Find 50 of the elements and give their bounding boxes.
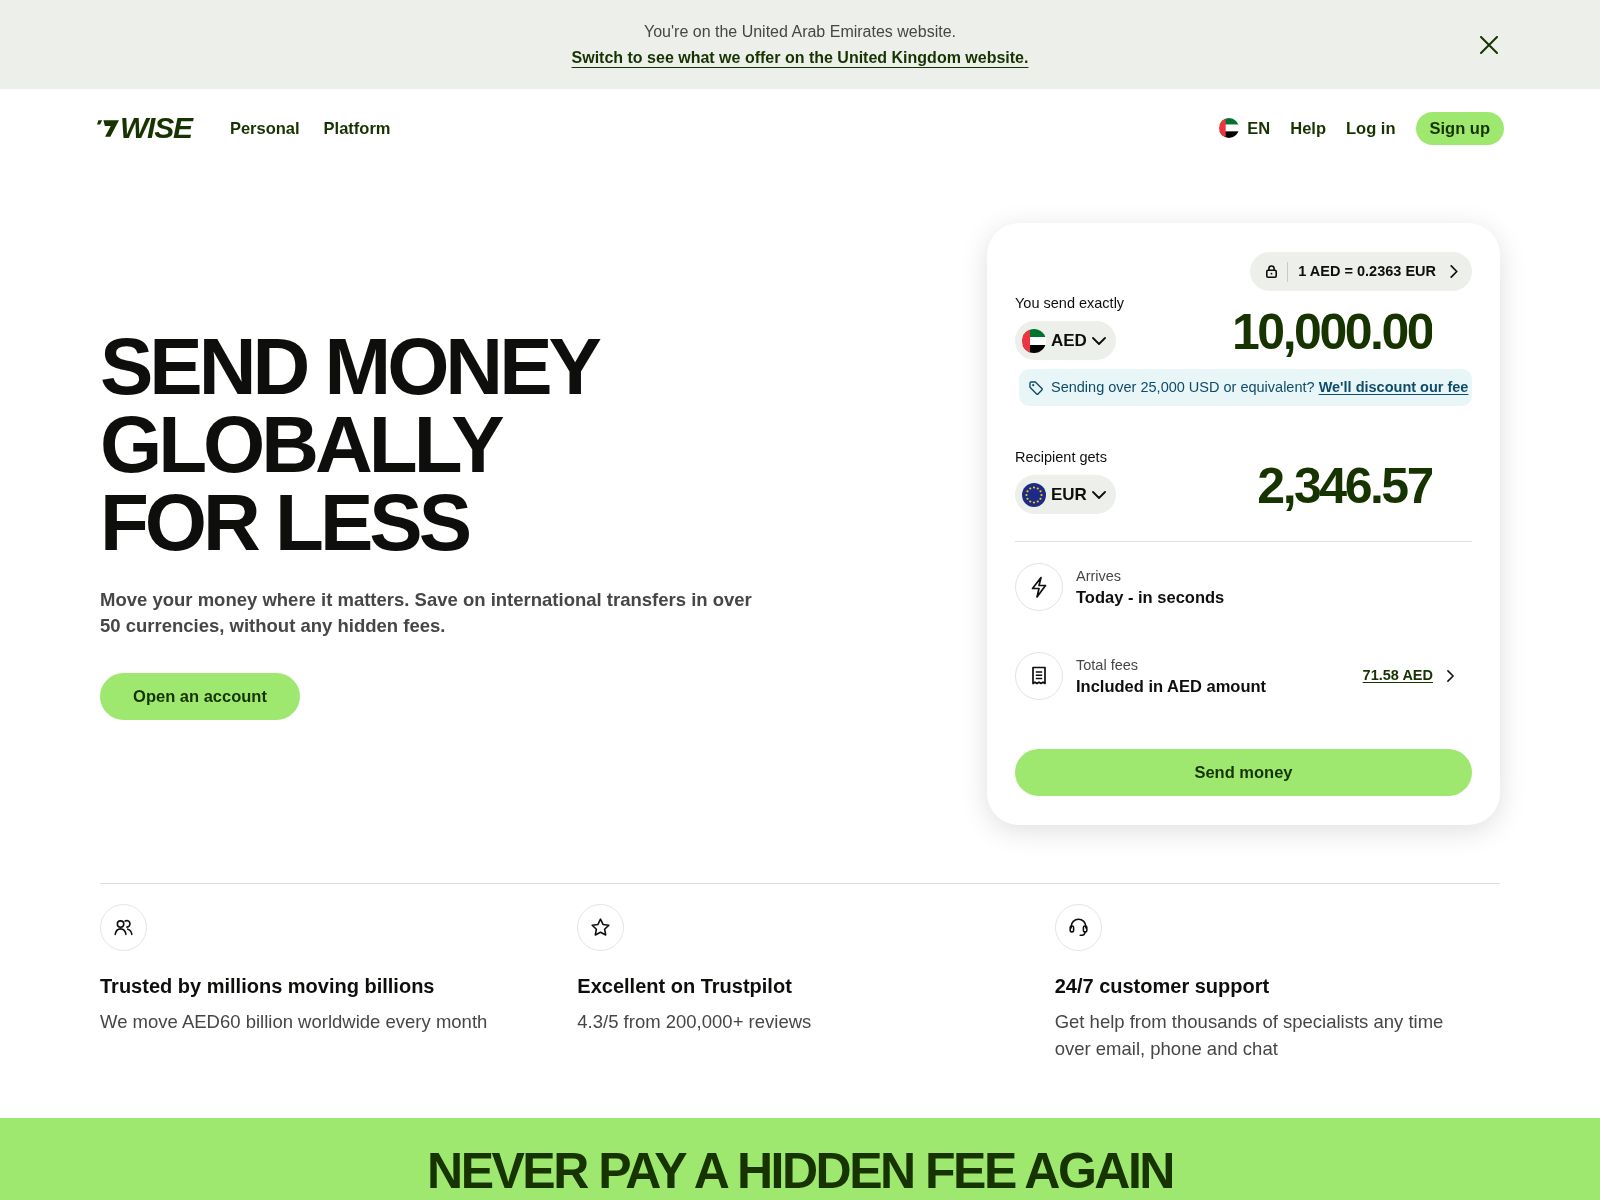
feature-title: Excellent on Trustpilot bbox=[577, 974, 792, 999]
lightning-icon bbox=[1015, 563, 1063, 611]
eu-flag-icon bbox=[1022, 482, 1046, 507]
send-money-button[interactable]: Send money bbox=[1015, 749, 1472, 796]
people-icon bbox=[100, 904, 147, 951]
currency-selector[interactable]: AED bbox=[1015, 321, 1116, 360]
hero-heading: SEND MONEY GLOBALLY FOR LESS bbox=[100, 328, 598, 562]
feature-description: 4.3/5 from 200,000+ reviews bbox=[577, 1010, 812, 1034]
banner-message: You're on the United Arab Emirates website. bbox=[644, 21, 956, 42]
detail-value: Included in AED amount bbox=[1076, 676, 1267, 697]
feature-description: We move AED60 billion worldwide every month bbox=[100, 1010, 488, 1034]
discount-link[interactable]: We'll discount our fee bbox=[1318, 378, 1469, 395]
nav-link[interactable]: Log in bbox=[1346, 115, 1396, 141]
logo-mark-icon bbox=[97, 118, 119, 138]
amount-input[interactable]: 10,000.00 bbox=[1182, 304, 1432, 360]
chevron-right-icon bbox=[1447, 670, 1454, 682]
discount-notice: Sending over 25,000 USD or equivalent? We'll discount our fee bbox=[1051, 377, 1469, 397]
field-label: Recipient gets bbox=[1015, 448, 1107, 467]
logo-link[interactable]: WISE bbox=[97, 113, 192, 143]
language-selector[interactable]: EN bbox=[1219, 115, 1271, 141]
feature-title: 24/7 customer support bbox=[1054, 974, 1270, 999]
field-label: You send exactly bbox=[1015, 294, 1125, 313]
tag-icon bbox=[1029, 380, 1043, 395]
promo-heading: NEVER PAY A HIDDEN FEE AGAIN bbox=[427, 1146, 1173, 1196]
nav-link[interactable]: Platform bbox=[323, 115, 391, 141]
feature-description: Get help from thousands of specialists any time over email, phone and chat bbox=[1054, 1010, 1445, 1061]
nav-link[interactable]: Personal bbox=[229, 115, 300, 141]
sign-up-button[interactable]: Sign up bbox=[1415, 111, 1504, 145]
chevron-right-icon bbox=[1450, 265, 1458, 278]
detail-value: Today - in seconds bbox=[1076, 587, 1225, 608]
chevron-down-icon bbox=[1091, 490, 1106, 499]
feature-title: Trusted by millions moving billions bbox=[100, 974, 435, 999]
chevron-down-icon bbox=[1091, 336, 1106, 345]
nav-link[interactable]: Help bbox=[1290, 115, 1326, 141]
headset-icon bbox=[1054, 904, 1102, 951]
close-icon bbox=[1480, 35, 1498, 54]
region-switch-link[interactable]: Switch to see what we offer on the United Kingdom website. bbox=[571, 44, 1029, 71]
currency-selector[interactable]: EUR bbox=[1015, 475, 1116, 514]
open-account-button[interactable]: Open an account bbox=[100, 673, 300, 720]
amount-input[interactable]: 2,346.57 bbox=[1182, 458, 1432, 514]
uae-flag-icon bbox=[1022, 328, 1046, 353]
exchange-rate-button[interactable]: 1 AED = 0.2363 EUR bbox=[1250, 252, 1472, 291]
lock-icon bbox=[1266, 265, 1278, 278]
fees-link[interactable]: 71.58 AED bbox=[1362, 665, 1454, 687]
hero-description: Move your money where it matters. Save on international transfers in over 50 currencies, without any hidden fees. bbox=[100, 588, 753, 638]
detail-label: Total fees bbox=[1076, 656, 1139, 675]
detail-label: Arrives bbox=[1076, 567, 1122, 586]
uae-flag-icon bbox=[1219, 118, 1240, 138]
receipt-icon bbox=[1015, 652, 1063, 700]
close-button[interactable] bbox=[1478, 33, 1500, 56]
